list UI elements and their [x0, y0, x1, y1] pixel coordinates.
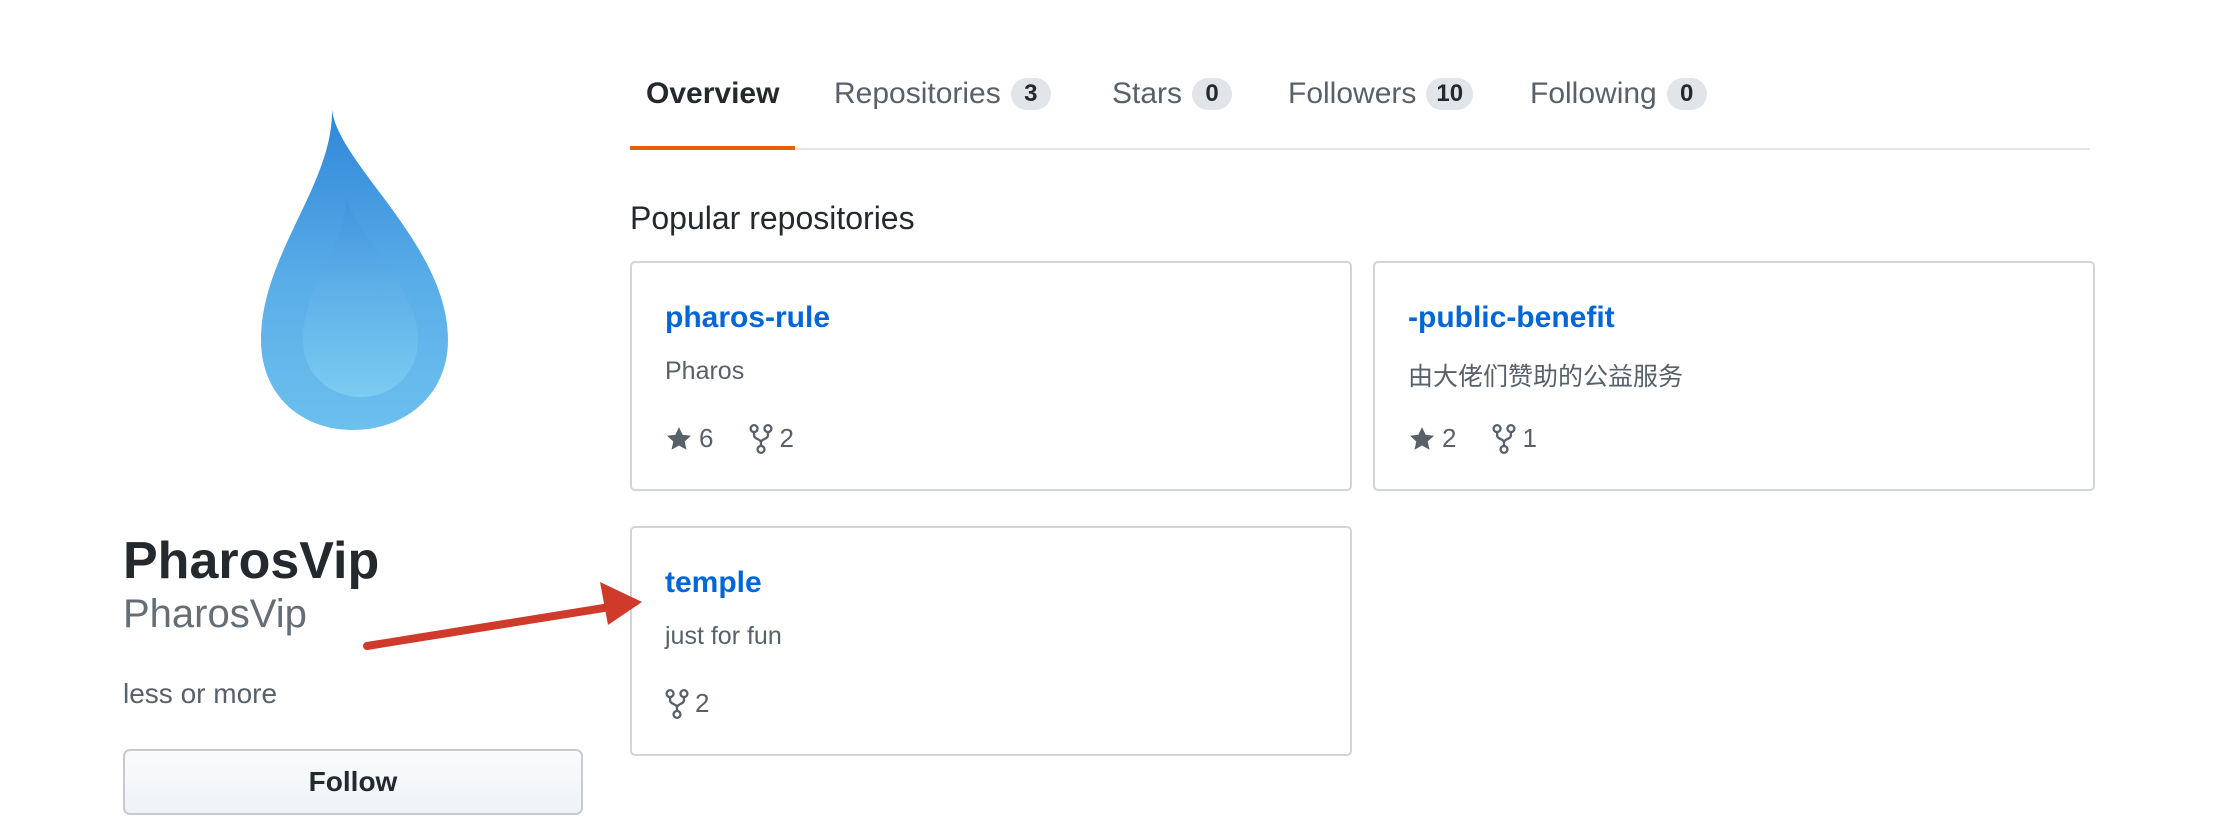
profile-bio: less or more: [123, 678, 278, 709]
tab-label: Following: [1530, 77, 1657, 110]
repo-name-link[interactable]: temple: [665, 566, 762, 600]
repo-description: 由大佬们赞助的公益服务: [1408, 363, 1684, 391]
repo-fork-count: 2: [779, 423, 794, 453]
repo-forks[interactable]: 1: [1492, 423, 1537, 454]
repo-card: temple just for fun 2: [630, 526, 1352, 756]
fork-icon: [665, 688, 689, 719]
repo-forks[interactable]: 2: [665, 688, 709, 719]
tab-followers[interactable]: Followers 10: [1288, 74, 1474, 148]
water-drop-icon: [261, 110, 448, 430]
tab-label: Overview: [646, 77, 780, 110]
repo-fork-count: 1: [1522, 423, 1537, 453]
fork-icon: [749, 423, 774, 454]
stars-count: 0: [1192, 78, 1233, 110]
repo-stars[interactable]: 2: [1408, 423, 1456, 454]
tab-following[interactable]: Following 0: [1530, 74, 1707, 148]
repo-name-link[interactable]: pharos-rule: [665, 301, 830, 335]
popular-repositories-title: Popular repositories: [630, 200, 915, 236]
repo-description: just for fun: [665, 622, 782, 650]
tab-repositories[interactable]: Repositories 3: [834, 74, 1051, 148]
repo-meta: 6 2: [665, 423, 830, 454]
repo-meta: 2: [665, 688, 745, 719]
repo-meta: 2 1: [1408, 423, 1573, 454]
profile-login: PharosVip: [123, 592, 307, 636]
tab-label: Stars: [1112, 77, 1183, 110]
repo-description: Pharos: [665, 357, 745, 385]
repo-stars[interactable]: 6: [665, 423, 713, 454]
repo-card: pharos-rule Pharos 6 2: [630, 261, 1352, 491]
profile-name: PharosVip: [123, 532, 380, 590]
repo-fork-count: 2: [695, 688, 710, 718]
repo-star-count: 6: [699, 423, 714, 453]
tab-label: Repositories: [834, 77, 1001, 110]
profile-tabs: Overview Repositories 3 Stars 0 Follower…: [629, 60, 2090, 150]
tab-overview[interactable]: Overview: [629, 74, 796, 150]
fork-icon: [1492, 423, 1517, 454]
followers-count: 10: [1426, 78, 1474, 110]
tab-label: Followers: [1288, 77, 1417, 110]
repo-forks[interactable]: 2: [749, 423, 794, 454]
repo-card: -public-benefit 由大佬们赞助的公益服务 2 1: [1373, 261, 2095, 491]
repositories-count: 3: [1010, 78, 1051, 110]
tab-stars[interactable]: Stars 0: [1112, 74, 1233, 148]
star-icon: [666, 426, 692, 450]
star-icon: [1409, 426, 1435, 450]
repo-star-count: 2: [1442, 423, 1457, 453]
repo-name-link[interactable]: -public-benefit: [1408, 301, 1615, 335]
following-count: 0: [1666, 78, 1707, 110]
follow-button[interactable]: Follow: [123, 749, 583, 815]
